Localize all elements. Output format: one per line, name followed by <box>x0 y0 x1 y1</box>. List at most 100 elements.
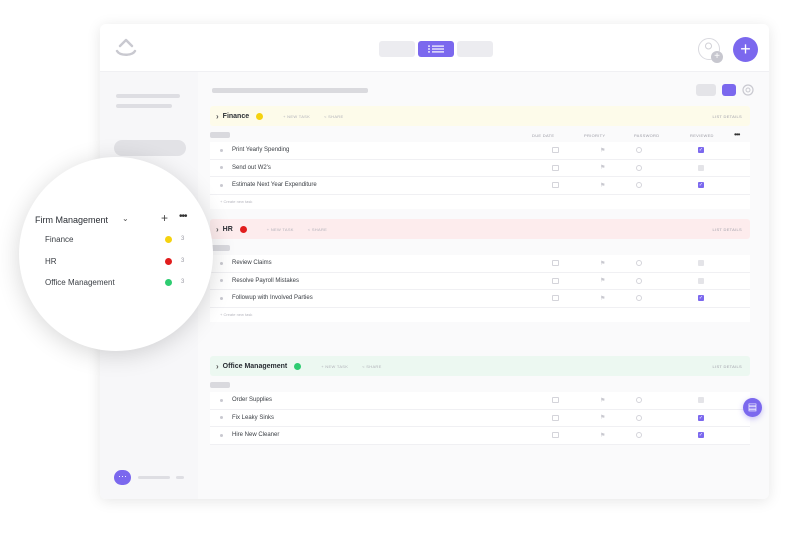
flag-icon[interactable]: ⚑ <box>600 182 605 189</box>
password-icon[interactable] <box>636 295 642 302</box>
reviewed-checkbox[interactable]: ✓ <box>698 295 704 302</box>
reviewed-checkbox[interactable]: ✓ <box>698 414 704 421</box>
table-row[interactable]: Followup with Involved Parties ⚑ ✓ <box>210 290 750 308</box>
task-name[interactable]: Print Yearly Spending <box>232 147 289 153</box>
create-button[interactable]: + <box>733 37 758 62</box>
bullet-icon <box>220 296 223 300</box>
table-row[interactable]: Estimate Next Year Expenditure ⚑ ✓ <box>210 177 750 195</box>
list-details-button[interactable]: LIST DETAILS <box>713 114 742 119</box>
task-name[interactable]: Resolve Payroll Mistakes <box>232 278 299 284</box>
calendar-icon[interactable] <box>552 397 559 404</box>
toolbar-button[interactable] <box>696 84 716 96</box>
list-header[interactable]: › Finance + NEW TASK < SHARE LIST DETAIL… <box>210 106 750 126</box>
password-icon[interactable] <box>636 147 642 154</box>
column-priority[interactable]: PRIORITY <box>584 133 605 138</box>
box-view-tab[interactable] <box>457 41 493 57</box>
calendar-icon[interactable] <box>552 277 559 284</box>
reviewed-checkbox[interactable] <box>698 397 704 404</box>
flag-icon[interactable]: ⚑ <box>600 277 605 284</box>
calendar-icon[interactable] <box>552 414 559 421</box>
calendar-icon[interactable] <box>552 260 559 267</box>
reviewed-checkbox[interactable]: ✓ <box>698 432 704 439</box>
reviewed-checkbox[interactable] <box>698 260 704 267</box>
more-icon[interactable]: ••• <box>734 130 740 139</box>
chevron-right-icon[interactable]: › <box>216 225 219 234</box>
table-row[interactable]: Print Yearly Spending ⚑ ✓ <box>210 142 750 160</box>
notepad-button[interactable]: ▤ <box>743 398 762 417</box>
list-details-button[interactable]: LIST DETAILS <box>713 364 742 369</box>
sidebar-placeholder <box>176 476 184 479</box>
table-row[interactable]: Send out W2's ⚑ <box>210 159 750 177</box>
sidebar-search[interactable] <box>114 140 186 156</box>
flag-icon[interactable]: ⚑ <box>600 414 605 421</box>
sidebar-item-office-management[interactable]: Office Management <box>45 278 115 287</box>
flag-icon[interactable]: ⚑ <box>600 147 605 154</box>
column-password[interactable]: PASSWORD <box>634 133 659 138</box>
table-row[interactable]: Review Claims ⚑ <box>210 255 750 273</box>
table-row[interactable]: Fix Leaky Sinks ⚑ ✓ <box>210 409 750 427</box>
flag-icon[interactable]: ⚑ <box>600 295 605 302</box>
reviewed-checkbox[interactable] <box>698 277 704 284</box>
share-button[interactable]: < SHARE <box>308 227 327 232</box>
flag-icon[interactable]: ⚑ <box>600 432 605 439</box>
task-name[interactable]: Hire New Cleaner <box>232 432 279 438</box>
view-switcher <box>379 41 493 57</box>
task-name[interactable]: Estimate Next Year Expenditure <box>232 182 317 188</box>
task-name[interactable]: Order Supplies <box>232 397 272 403</box>
password-icon[interactable] <box>636 397 642 404</box>
flag-icon[interactable]: ⚑ <box>600 397 605 404</box>
list-view-tab[interactable] <box>418 41 454 57</box>
password-icon[interactable] <box>636 414 642 421</box>
list-header[interactable]: › HR + NEW TASK < SHARE LIST DETAILS <box>210 219 750 239</box>
chevron-down-icon[interactable]: ⌄ <box>122 214 129 223</box>
password-icon[interactable] <box>636 432 642 439</box>
sidebar-item-finance[interactable]: Finance <box>45 235 73 244</box>
list-header[interactable]: › Office Management + NEW TASK < SHARE L… <box>210 356 750 376</box>
chat-icon[interactable]: ··· <box>114 470 131 485</box>
task-name[interactable]: Send out W2's <box>232 165 271 171</box>
flag-icon[interactable]: ⚑ <box>600 164 605 171</box>
column-reviewed[interactable]: REVIEWED <box>690 133 714 138</box>
table-row[interactable]: Hire New Cleaner ⚑ ✓ <box>210 427 750 445</box>
list-details-button[interactable]: LIST DETAILS <box>713 227 742 232</box>
invite-user-button[interactable]: + <box>698 38 723 63</box>
toolbar-button[interactable] <box>722 84 736 96</box>
create-task-button[interactable]: + Create new task <box>210 194 750 209</box>
table-row[interactable]: Resolve Payroll Mistakes ⚑ <box>210 272 750 290</box>
table-row[interactable]: Order Supplies ⚑ <box>210 392 750 410</box>
sidebar-item-hr[interactable]: HR <box>45 257 57 266</box>
task-name[interactable]: Review Claims <box>232 260 272 266</box>
password-icon[interactable] <box>636 182 642 189</box>
folder-title[interactable]: Firm Management <box>35 215 108 225</box>
flag-icon[interactable]: ⚑ <box>600 260 605 267</box>
top-bar: + + <box>100 24 769 72</box>
calendar-icon[interactable] <box>552 432 559 439</box>
share-button[interactable]: < SHARE <box>362 364 381 369</box>
reviewed-checkbox[interactable] <box>698 164 704 171</box>
chevron-right-icon[interactable]: › <box>216 112 219 121</box>
share-button[interactable]: < SHARE <box>324 114 343 119</box>
bullet-icon <box>220 416 223 420</box>
task-name[interactable]: Fix Leaky Sinks <box>232 415 274 421</box>
chevron-right-icon[interactable]: › <box>216 362 219 371</box>
password-icon[interactable] <box>636 164 642 171</box>
new-task-button[interactable]: + NEW TASK <box>283 114 310 119</box>
column-due-date[interactable]: DUE DATE <box>532 133 554 138</box>
password-icon[interactable] <box>636 260 642 267</box>
calendar-icon[interactable] <box>552 182 559 189</box>
reviewed-checkbox[interactable]: ✓ <box>698 147 704 154</box>
plus-icon: + <box>740 39 751 59</box>
more-icon[interactable]: ••• <box>179 211 187 222</box>
plus-icon[interactable]: + <box>161 211 168 225</box>
new-task-button[interactable]: + NEW TASK <box>267 227 294 232</box>
reviewed-checkbox[interactable]: ✓ <box>698 182 704 189</box>
calendar-icon[interactable] <box>552 164 559 171</box>
create-task-button[interactable]: + Create new task <box>210 307 750 322</box>
settings-icon[interactable] <box>741 83 755 97</box>
calendar-icon[interactable] <box>552 147 559 154</box>
board-view-tab[interactable] <box>379 41 415 57</box>
new-task-button[interactable]: + NEW TASK <box>321 364 348 369</box>
calendar-icon[interactable] <box>552 295 559 302</box>
task-name[interactable]: Followup with Involved Parties <box>232 295 313 301</box>
password-icon[interactable] <box>636 277 642 284</box>
